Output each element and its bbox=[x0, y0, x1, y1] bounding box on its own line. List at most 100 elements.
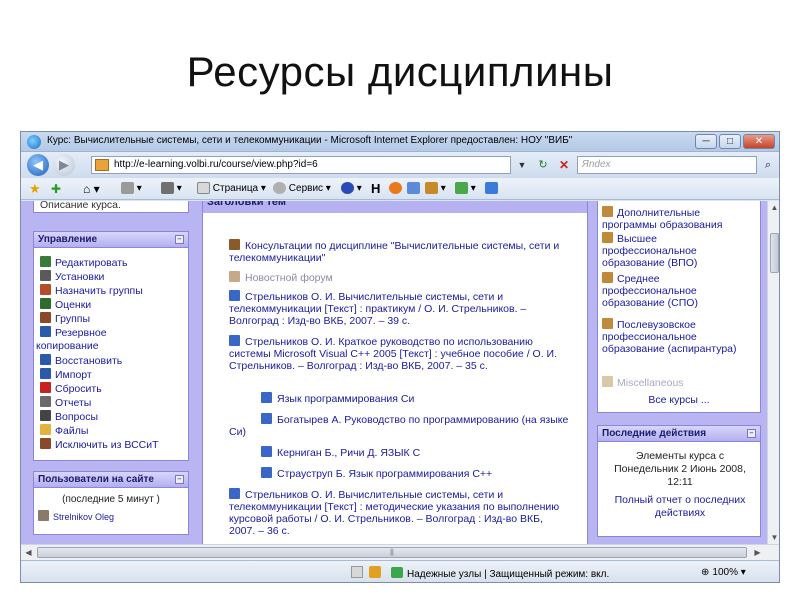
resource-item[interactable]: Стрельников О. И. Вычислительные системы… bbox=[229, 488, 569, 537]
category-icon bbox=[602, 206, 613, 217]
category-icon bbox=[602, 318, 613, 329]
menu-edit[interactable]: Редактировать bbox=[40, 256, 128, 269]
scroll-up-icon[interactable]: ▲ bbox=[768, 201, 779, 214]
resource-item[interactable]: Консультации по дисциплине "Вычислительн… bbox=[229, 239, 569, 264]
page-content: Описание курса. Управление – Редактирова… bbox=[21, 201, 767, 544]
category-item[interactable]: Дополнительные программы образования bbox=[602, 206, 752, 231]
search-placeholder: Яndex bbox=[582, 159, 611, 170]
all-courses-link[interactable]: Все курсы ... bbox=[598, 394, 760, 406]
page-menu[interactable]: Страница ▾ bbox=[197, 182, 266, 196]
category-item[interactable]: Miscellaneous bbox=[602, 376, 752, 389]
h-icon[interactable]: H bbox=[371, 182, 380, 196]
menu-questions[interactable]: Вопросы bbox=[40, 410, 98, 423]
scroll-right-icon[interactable]: ▶ bbox=[751, 546, 764, 559]
translate-icon[interactable]: ▾ bbox=[425, 182, 446, 196]
print-icon[interactable]: ▾ bbox=[161, 182, 182, 196]
page-menu-label: Страница bbox=[212, 183, 259, 194]
slide-title: Ресурсы дисциплины bbox=[186, 48, 614, 95]
resource-label: Богатырев А. Руководство по программиров… bbox=[229, 414, 569, 438]
resource-item[interactable]: Стрельников О. И. Краткое руководство по… bbox=[229, 335, 569, 372]
course-topics-column: Заголовки тем Консультации по дисциплине… bbox=[202, 201, 588, 544]
minimize-button[interactable]: ─ bbox=[695, 134, 717, 149]
resource-item[interactable]: Керниган Б., Ричи Д. ЯЗЫК С bbox=[261, 446, 561, 459]
category-item[interactable]: Послевузовское профессиональное образова… bbox=[602, 318, 752, 355]
back-button[interactable]: ◀ bbox=[27, 154, 49, 176]
online-user-name: Strelnikov Oleg bbox=[53, 512, 115, 522]
menu-assign-groups[interactable]: Назначить группы bbox=[40, 284, 143, 297]
menu-restore-label: Восстановить bbox=[55, 355, 123, 367]
home-icon[interactable]: ⌂ ▾ bbox=[83, 182, 100, 196]
vertical-scrollbar[interactable]: ▲ ▼ bbox=[767, 201, 779, 544]
document-icon bbox=[229, 290, 240, 301]
people-icon bbox=[229, 239, 240, 250]
browser-window: Курс: Вычислительные системы, сети и тел… bbox=[20, 131, 780, 583]
collapse-icon[interactable]: – bbox=[175, 475, 184, 484]
resource-item[interactable]: Стрельников О. И. Вычислительные системы… bbox=[229, 290, 569, 327]
menu-backup-cont[interactable]: копирование bbox=[36, 340, 99, 352]
collapse-icon[interactable]: – bbox=[747, 429, 756, 438]
menu-settings[interactable]: Установки bbox=[40, 270, 104, 283]
resource-label: Консультации по дисциплине "Вычислительн… bbox=[229, 240, 560, 264]
add-favorites-icon[interactable]: ✚ bbox=[51, 182, 61, 196]
resource-item[interactable]: Страуструп Б. Язык программирования С++ bbox=[261, 467, 561, 480]
menu-reports-label: Отчеты bbox=[55, 397, 92, 409]
menu-import-label: Импорт bbox=[55, 369, 92, 381]
reports-icon bbox=[40, 396, 51, 407]
help-icon[interactable]: ▾ bbox=[341, 182, 362, 196]
address-bar: ◀ ▶ http://e-learning.volbi.ru/course/vi… bbox=[21, 152, 779, 178]
scroll-down-icon[interactable]: ▼ bbox=[768, 531, 779, 544]
extra-icon[interactable] bbox=[485, 182, 498, 196]
research-icon[interactable] bbox=[407, 182, 420, 196]
forward-button[interactable]: ▶ bbox=[53, 154, 75, 176]
online-user-item[interactable]: Strelnikov Oleg bbox=[38, 510, 114, 522]
popup-blocker-icon[interactable] bbox=[369, 566, 381, 578]
menu-reports[interactable]: Отчеты bbox=[40, 396, 91, 409]
category-item[interactable]: Среднее профессиональное образование (СП… bbox=[602, 272, 752, 309]
full-report-link[interactable]: Полный отчет о последних действиях bbox=[606, 494, 754, 520]
online-users-header: Пользователи на сайте – bbox=[34, 472, 188, 488]
close-button[interactable]: ✕ bbox=[743, 134, 775, 149]
hscroll-thumb[interactable]: ⫼ bbox=[37, 547, 747, 558]
category-label: Miscellaneous bbox=[617, 377, 684, 389]
search-icon[interactable]: ⌕ bbox=[759, 156, 777, 174]
menu-backup[interactable]: Резервное bbox=[40, 326, 107, 339]
ie-icon bbox=[27, 135, 41, 149]
menu-files[interactable]: Файлы bbox=[40, 424, 88, 437]
category-item[interactable]: Высшее профессиональное образование (ВПО… bbox=[602, 232, 752, 269]
zoom-control[interactable]: ⊕ 100% ▾ bbox=[701, 567, 746, 578]
resource-item[interactable]: Язык программирования Си bbox=[261, 392, 561, 405]
search-input[interactable]: Яndex bbox=[577, 156, 757, 174]
collapse-icon[interactable]: – bbox=[175, 235, 184, 244]
maximize-button[interactable]: □ bbox=[719, 134, 741, 149]
resource-item[interactable]: Новостной форум bbox=[229, 271, 569, 284]
category-label: Дополнительные программы образования bbox=[602, 207, 723, 231]
menu-groups-label: Группы bbox=[55, 313, 90, 325]
feeds-icon[interactable]: ▾ bbox=[121, 182, 142, 196]
refresh-icon[interactable]: ↻ bbox=[533, 156, 553, 174]
horizontal-scrollbar[interactable]: ◀ ⫼ ▶ bbox=[21, 544, 779, 560]
mail-icon[interactable] bbox=[389, 182, 402, 196]
menu-reset-label: Сбросить bbox=[55, 383, 102, 395]
favorites-star-icon[interactable]: ★ bbox=[29, 182, 41, 196]
document-icon bbox=[229, 488, 240, 499]
menu-import[interactable]: Импорт bbox=[40, 368, 92, 381]
online-users-period: (последние 5 минут ) bbox=[62, 494, 160, 505]
scroll-thumb[interactable] bbox=[770, 233, 779, 273]
stop-icon[interactable]: ✕ bbox=[555, 156, 573, 174]
page-status-icon bbox=[351, 566, 363, 578]
scroll-left-icon[interactable]: ◀ bbox=[22, 546, 35, 559]
resource-item[interactable]: Богатырев А. Руководство по программиров… bbox=[229, 413, 569, 438]
menu-reset[interactable]: Сбросить bbox=[40, 382, 102, 395]
roles-icon bbox=[40, 284, 51, 295]
menu-grades[interactable]: Оценки bbox=[40, 298, 91, 311]
menu-restore[interactable]: Восстановить bbox=[40, 354, 122, 367]
tools-menu[interactable]: Сервис ▾ bbox=[273, 182, 331, 196]
url-dropdown-icon[interactable]: ▼ bbox=[515, 156, 529, 174]
course-categories-block: Дополнительные программы образования Выс… bbox=[597, 201, 761, 413]
people-icon bbox=[229, 271, 240, 282]
url-field[interactable]: http://e-learning.volbi.ru/course/view.p… bbox=[91, 156, 511, 174]
menu-groups[interactable]: Группы bbox=[40, 312, 90, 325]
menu-unenrol[interactable]: Исключить из ВССиТ bbox=[40, 438, 159, 451]
menu-backup-label: Резервное bbox=[55, 327, 107, 339]
addons-icon[interactable]: ▾ bbox=[455, 182, 476, 196]
